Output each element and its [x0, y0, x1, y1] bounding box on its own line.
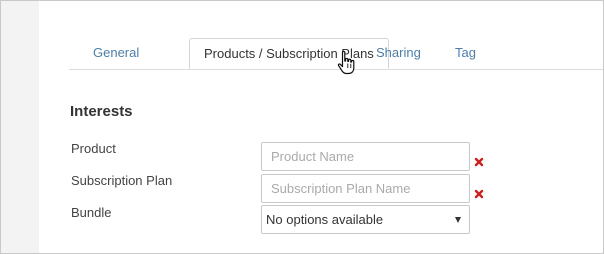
bundle-label: Bundle: [71, 205, 112, 220]
tab-tag[interactable]: Tag: [455, 38, 476, 69]
chevron-down-icon: [455, 217, 461, 223]
section-title-interests: Interests: [70, 103, 133, 120]
bundle-select[interactable]: No options available: [261, 205, 470, 234]
hand-pointer-icon: [337, 50, 355, 75]
tab-sharing[interactable]: Sharing: [376, 38, 421, 69]
window-frame: General Products / Subscription Plans Sh…: [0, 0, 604, 254]
bundle-selected-value: No options available: [266, 212, 384, 227]
tab-general[interactable]: General: [93, 38, 139, 69]
content-panel: General Products / Subscription Plans Sh…: [39, 1, 603, 253]
close-icon[interactable]: [474, 157, 484, 167]
subscription-plan-label: Subscription Plan: [71, 173, 173, 188]
product-name-input[interactable]: [261, 142, 470, 171]
subscription-plan-name-input[interactable]: [261, 174, 470, 203]
product-label: Product: [71, 141, 116, 156]
tab-products-subscription-plans[interactable]: Products / Subscription Plans: [189, 38, 389, 69]
close-icon[interactable]: [474, 189, 484, 199]
